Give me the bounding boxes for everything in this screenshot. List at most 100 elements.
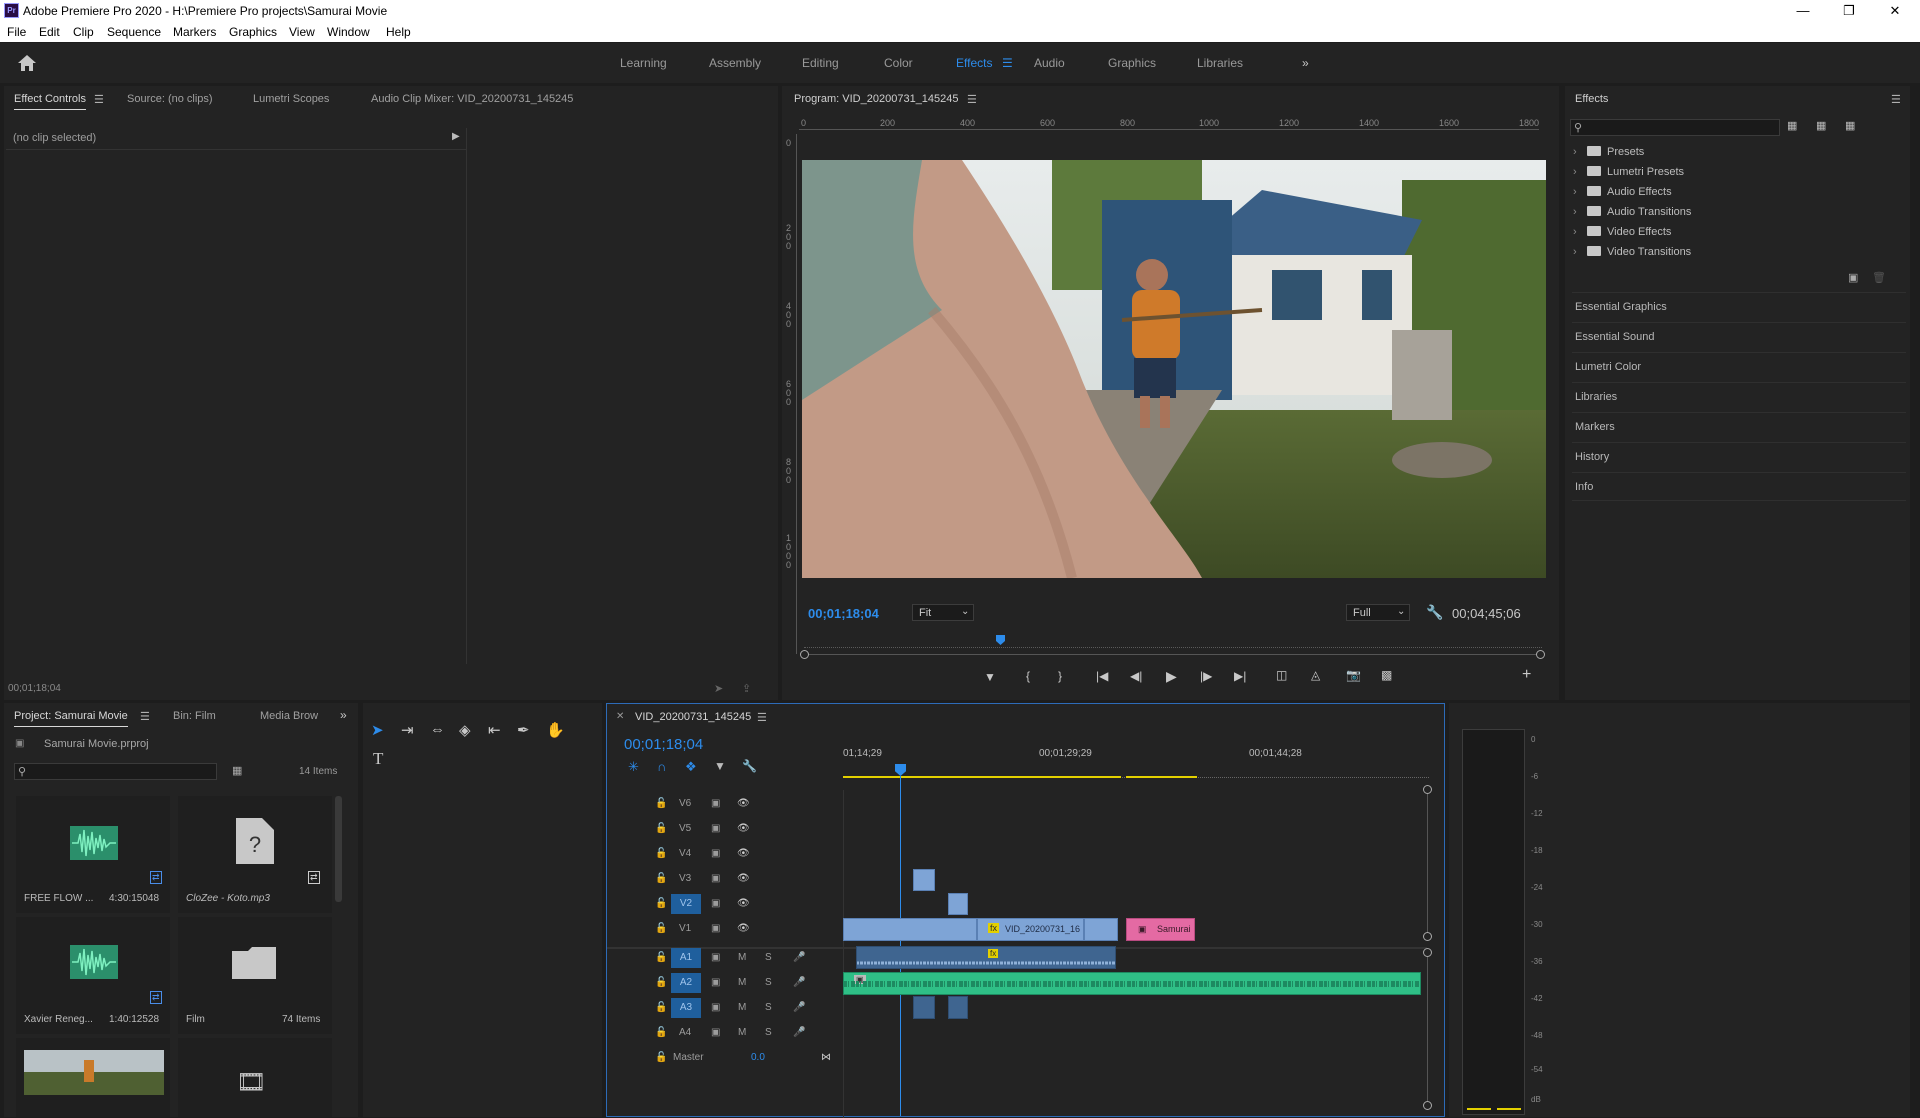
lock-icon[interactable]: 🔓 bbox=[655, 898, 667, 909]
sync-lock-icon[interactable]: ▣ bbox=[711, 873, 720, 884]
samurai-sequence-clip[interactable]: ▣ Samurai bbox=[1126, 918, 1195, 941]
menu-file[interactable]: File bbox=[7, 25, 26, 39]
project-item[interactable]: Film 74 Items bbox=[178, 917, 332, 1034]
mute-button[interactable]: M bbox=[738, 1027, 746, 1038]
track-header-v6[interactable]: 🔓 V6 ▣ 👁 bbox=[615, 793, 841, 817]
track-header-a1[interactable]: 🔓 A1 ▣ M S 🎤 bbox=[615, 947, 841, 971]
new-bin-icon[interactable]: ▣ bbox=[1848, 271, 1858, 284]
mute-button[interactable]: M bbox=[738, 977, 746, 988]
track-select-tool-icon[interactable]: ⇥ bbox=[401, 721, 414, 739]
project-search-input[interactable]: ⚲ bbox=[14, 763, 217, 780]
solo-button[interactable]: S bbox=[765, 1027, 772, 1038]
effects-menu-icon[interactable]: ☰ bbox=[1891, 93, 1901, 106]
step-back-icon[interactable]: ◀| bbox=[1130, 669, 1142, 683]
type-tool-icon[interactable]: T bbox=[373, 749, 383, 769]
v-zoom-handle[interactable] bbox=[1423, 1101, 1432, 1110]
microphone-icon[interactable]: 🎤 bbox=[793, 952, 805, 963]
program-menu-icon[interactable]: ☰ bbox=[967, 93, 977, 106]
find-icon[interactable]: ▦ bbox=[232, 764, 242, 777]
sync-lock-icon[interactable]: ▣ bbox=[711, 1027, 720, 1038]
lock-icon[interactable]: 🔓 bbox=[655, 1027, 667, 1038]
mark-out-icon[interactable]: } bbox=[1058, 669, 1062, 683]
menu-graphics[interactable]: Graphics bbox=[229, 25, 277, 39]
video-clip[interactable] bbox=[843, 918, 977, 941]
pen-tool-icon[interactable]: ✒ bbox=[517, 721, 530, 739]
lock-icon[interactable]: 🔓 bbox=[655, 952, 667, 963]
track-label[interactable]: V2 bbox=[671, 894, 701, 914]
home-icon[interactable] bbox=[17, 54, 37, 72]
menu-edit[interactable]: Edit bbox=[39, 25, 60, 39]
project-item[interactable]: ? ⇄ CloZee - Koto.mp3 bbox=[178, 796, 332, 913]
effects-tree-audio-transitions[interactable]: › Audio Transitions bbox=[1573, 206, 1691, 218]
project-scrollbar[interactable] bbox=[335, 796, 342, 902]
selection-tool-icon[interactable]: ➤ bbox=[371, 721, 384, 739]
solo-button[interactable]: S bbox=[765, 977, 772, 988]
workspace-color[interactable]: Color bbox=[884, 56, 913, 70]
lock-icon[interactable]: 🔓 bbox=[655, 848, 667, 859]
delete-icon[interactable]: 🗑 bbox=[1872, 271, 1886, 284]
tab-audio-clip-mixer[interactable]: Audio Clip Mixer: VID_20200731_145245 bbox=[371, 93, 573, 105]
lock-icon[interactable]: 🔓 bbox=[655, 923, 667, 934]
workspace-menu-icon[interactable]: ☰ bbox=[1002, 56, 1013, 70]
tab-bin-film[interactable]: Bin: Film bbox=[173, 710, 216, 722]
workspace-effects[interactable]: Effects bbox=[956, 56, 992, 70]
video-clip[interactable] bbox=[1084, 918, 1118, 941]
timeline-settings-wrench-icon[interactable]: 🔧 bbox=[742, 759, 757, 773]
wrench-icon[interactable]: 🔧 bbox=[1426, 604, 1443, 621]
restore-icon[interactable]: ❐ bbox=[1826, 0, 1872, 22]
solo-button[interactable]: S bbox=[765, 1002, 772, 1013]
hand-tool-icon[interactable]: ✋ bbox=[546, 721, 565, 739]
tab-project[interactable]: Project: Samurai Movie bbox=[14, 710, 128, 727]
panel-history[interactable]: History bbox=[1572, 442, 1906, 471]
timeline-timecode[interactable]: 00;01;18;04 bbox=[624, 736, 703, 753]
slip-tool-icon[interactable]: ⇤ bbox=[488, 721, 501, 739]
track-header-a4[interactable]: 🔓 A4 ▣ M S 🎤 bbox=[615, 1022, 841, 1046]
track-label[interactable]: A3 bbox=[671, 998, 701, 1018]
effects-tree-lumetri-presets[interactable]: › Lumetri Presets bbox=[1573, 166, 1684, 178]
sync-lock-icon[interactable]: ▣ bbox=[711, 977, 720, 988]
program-video-frame[interactable] bbox=[802, 160, 1546, 578]
menu-window[interactable]: Window bbox=[327, 25, 370, 39]
microphone-icon[interactable]: 🎤 bbox=[793, 977, 805, 988]
work-area-bar[interactable] bbox=[843, 776, 1121, 778]
project-item[interactable]: ⇄ Xavier Reneg... 1:40:12528 bbox=[16, 917, 170, 1034]
menu-view[interactable]: View bbox=[289, 25, 315, 39]
audio-clip-a3[interactable] bbox=[948, 996, 968, 1019]
workspace-editing[interactable]: Editing bbox=[802, 56, 839, 70]
eye-icon[interactable]: 👁 bbox=[737, 898, 750, 909]
close-icon[interactable]: ✕ bbox=[1872, 0, 1918, 22]
comparison-view-icon[interactable]: ▩ bbox=[1381, 668, 1392, 682]
extract-icon[interactable]: ◬ bbox=[1311, 668, 1320, 682]
step-forward-icon[interactable]: |▶ bbox=[1200, 669, 1212, 683]
track-label[interactable]: A1 bbox=[671, 948, 701, 968]
audio-clip-a1[interactable]: fx bbox=[856, 946, 1116, 969]
track-header-v2[interactable]: 🔓 V2 ▣ 👁 bbox=[615, 893, 841, 917]
mark-in-icon[interactable]: { bbox=[1026, 669, 1030, 683]
lock-icon[interactable]: 🔓 bbox=[655, 1002, 667, 1013]
panel-markers[interactable]: Markers bbox=[1572, 412, 1906, 441]
minimize-icon[interactable]: — bbox=[1780, 0, 1826, 22]
audio-clip-a3[interactable] bbox=[913, 996, 935, 1019]
filter-icon[interactable]: ➤ bbox=[714, 682, 723, 695]
go-to-in-icon[interactable]: |◀ bbox=[1096, 669, 1108, 683]
workspace-audio[interactable]: Audio bbox=[1034, 56, 1065, 70]
menu-sequence[interactable]: Sequence bbox=[107, 25, 161, 39]
accelerated-effects-icon[interactable]: ▦ bbox=[1787, 119, 1797, 132]
menu-help[interactable]: Help bbox=[386, 25, 411, 39]
video-clip[interactable] bbox=[913, 869, 935, 891]
sync-lock-icon[interactable]: ▣ bbox=[711, 952, 720, 963]
panel-menu-icon[interactable]: ☰ bbox=[94, 93, 104, 106]
track-header-v3[interactable]: 🔓 V3 ▣ 👁 bbox=[615, 868, 841, 892]
export-icon[interactable]: ⇪ bbox=[742, 682, 751, 695]
panel-essential-sound[interactable]: Essential Sound bbox=[1572, 322, 1906, 351]
panel-overflow-icon[interactable]: » bbox=[340, 708, 347, 722]
effects-tree-video-effects[interactable]: › Video Effects bbox=[1573, 226, 1671, 238]
workspace-assembly[interactable]: Assembly bbox=[709, 56, 761, 70]
program-current-timecode[interactable]: 00;01;18;04 bbox=[808, 606, 879, 621]
nest-icon[interactable]: ✳ bbox=[628, 759, 639, 775]
project-item[interactable]: 🎞 bbox=[178, 1038, 332, 1117]
video-clip[interactable] bbox=[948, 893, 968, 915]
eye-icon[interactable]: 👁 bbox=[737, 798, 750, 809]
zoom-handle-right[interactable] bbox=[1536, 650, 1545, 659]
sync-lock-icon[interactable]: ▣ bbox=[711, 898, 720, 909]
